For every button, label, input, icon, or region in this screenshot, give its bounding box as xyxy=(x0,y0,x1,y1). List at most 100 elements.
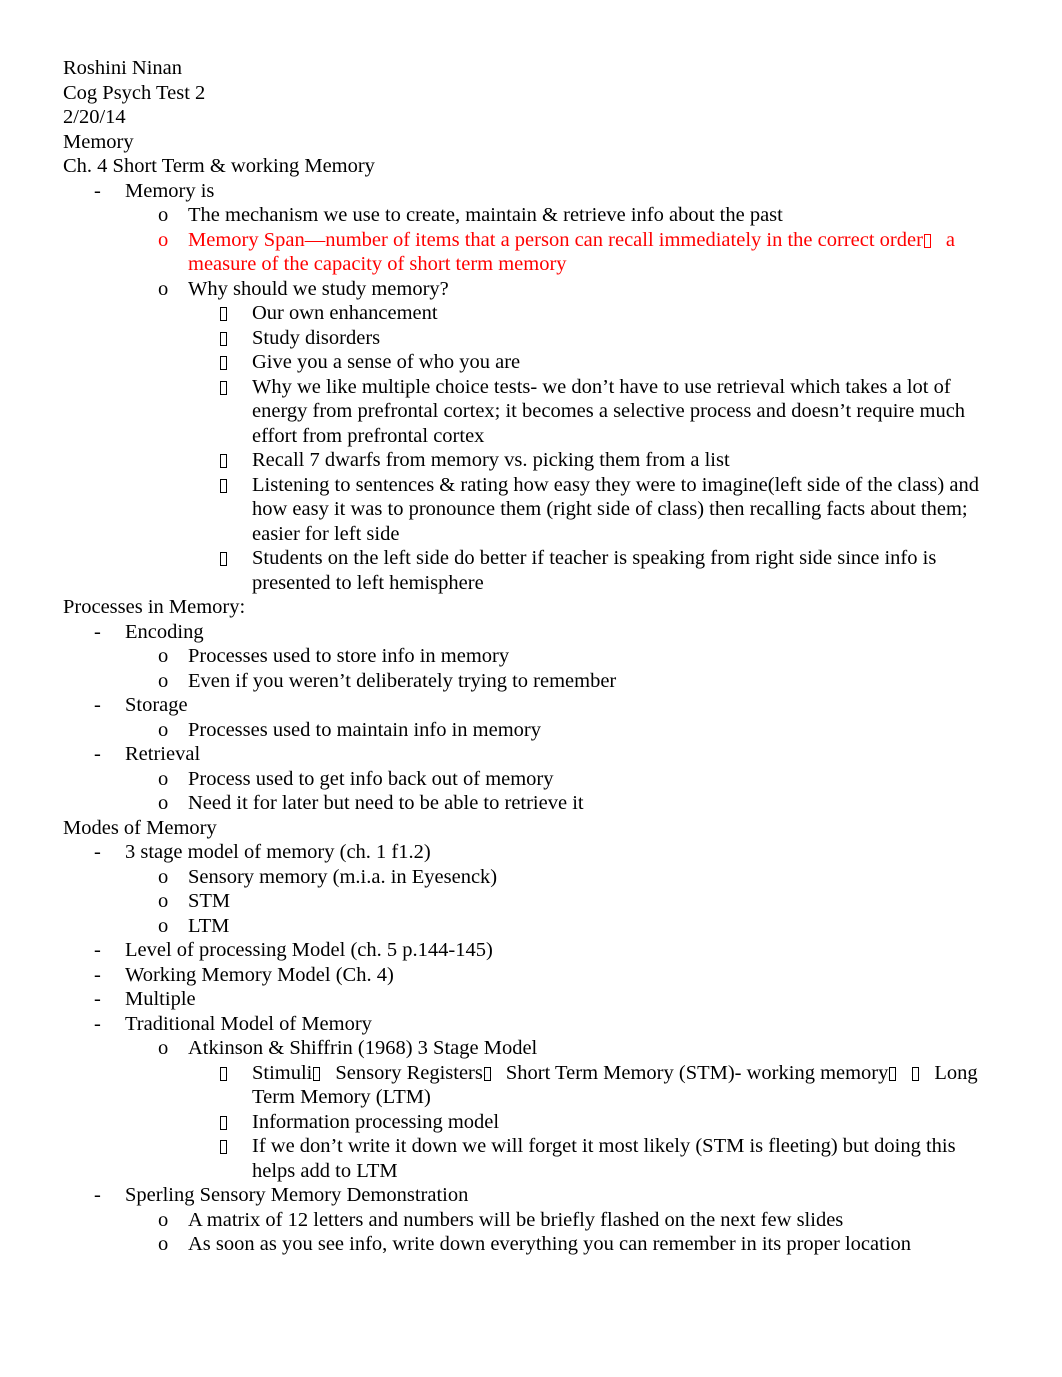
stimuli-chain-part1: Stimuli xyxy=(252,1061,313,1084)
list-item-label: Level of processing Model (ch. 5 p.144-1… xyxy=(125,939,493,961)
square-bullet-icon xyxy=(220,301,252,326)
square-bullet-icon xyxy=(220,1134,252,1159)
dash-bullet-icon: - xyxy=(94,1012,101,1035)
dash-bullet-icon: - xyxy=(94,179,101,202)
list-item-left-side-students: Students on the left side do better if t… xyxy=(220,546,992,595)
circle-bullet-icon: o xyxy=(158,1208,169,1231)
square-bullet-icon xyxy=(220,326,252,351)
list-item-mechanism: o The mechanism we use to create, mainta… xyxy=(158,203,992,228)
document-page: Roshini Ninan Cog Psych Test 2 2/20/14 M… xyxy=(0,0,1062,1377)
missing-glyph-arrow-icon xyxy=(912,1066,920,1081)
list-item-label: Memory is xyxy=(125,179,215,202)
list-item-multiple-choice: Why we like multiple choice tests- we do… xyxy=(220,375,992,449)
missing-glyph-arrow-icon xyxy=(313,1066,321,1081)
list-item-multiple: - Multiple xyxy=(94,987,992,1012)
list-item-label: As soon as you see info, write down ever… xyxy=(188,1233,912,1255)
square-bullet-icon xyxy=(220,1061,252,1086)
list-item-encoding-point-1: o Processes used to store info in memory xyxy=(158,644,992,669)
memory-span-text-part1: Memory Span—number of items that a perso… xyxy=(188,228,923,251)
missing-glyph-arrow-icon xyxy=(483,1066,491,1081)
list-item-label: Why we like multiple choice tests- we do… xyxy=(252,375,971,447)
dash-bullet-icon: - xyxy=(94,939,101,961)
circle-bullet-icon: o xyxy=(158,204,169,226)
list-item-label: Why should we study memory? xyxy=(188,277,449,300)
list-item-label: STM xyxy=(188,890,231,912)
list-item-working-memory-model: - Working Memory Model (Ch. 4) xyxy=(94,963,992,988)
list-item-label: Processes used to maintain info in memor… xyxy=(188,718,541,741)
circle-bullet-icon: o xyxy=(158,914,169,937)
list-item-encoding: - Encoding xyxy=(94,620,992,645)
list-item-label: Encoding xyxy=(125,620,204,643)
list-item-ltm: o LTM xyxy=(158,914,992,939)
list-item-label: Processes used to store info in memory xyxy=(188,645,510,667)
list-item-label: Atkinson & Shiffrin (1968) 3 Stage Model xyxy=(188,1037,538,1059)
author-name: Roshini Ninan xyxy=(63,57,183,79)
stimuli-chain-part2: Sensory Registers xyxy=(335,1061,483,1084)
list-item-label: Stimuli Sensory Registers Short Term Memor… xyxy=(252,1061,992,1110)
circle-bullet-icon: o xyxy=(158,645,169,667)
circle-bullet-icon: o xyxy=(158,1233,169,1255)
section-heading-processes: Processes in Memory: xyxy=(63,596,246,618)
missing-glyph-arrow-icon xyxy=(923,233,931,248)
dash-bullet-icon: - xyxy=(94,743,101,765)
list-item-encoding-point-2: o Even if you weren’t deliberately tryin… xyxy=(158,669,992,694)
list-item-label: Storage xyxy=(125,694,188,716)
list-item-label: If we don’t write it down we will forget… xyxy=(252,1135,961,1182)
list-item-stimuli-chain: Stimuli Sensory Registers Short Term Memor… xyxy=(220,1061,992,1110)
list-item-label: Study disorders xyxy=(252,326,381,349)
list-item-listening-sentences: Listening to sentences & rating how easy… xyxy=(220,473,992,547)
list-item-storage-point-1: o Processes used to maintain info in mem… xyxy=(158,718,992,743)
circle-bullet-icon: o xyxy=(158,228,169,251)
list-item-sense-of-self: Give you a sense of who you are xyxy=(220,350,992,375)
list-item-label: LTM xyxy=(188,914,230,937)
list-item-sperling-point-2: o As soon as you see info, write down ev… xyxy=(158,1232,992,1257)
circle-bullet-icon: o xyxy=(158,865,169,888)
list-item-label: A matrix of 12 letters and numbers will … xyxy=(188,1208,844,1231)
list-item-label: Information processing model xyxy=(252,1110,500,1133)
list-item-storage: - Storage xyxy=(94,693,992,718)
circle-bullet-icon: o xyxy=(158,792,169,814)
list-item-label: 3 stage model of memory (ch. 1 f1.2) xyxy=(125,841,431,863)
list-item-enhancement: Our own enhancement xyxy=(220,301,992,326)
list-item-label: Multiple xyxy=(125,988,196,1010)
document-date: 2/20/14 xyxy=(63,106,126,128)
list-item-sperling-demo: - Sperling Sensory Memory Demonstration xyxy=(94,1183,992,1208)
topic-title: Memory xyxy=(63,130,134,153)
list-item-memory-span: o Memory Span—number of items that a per… xyxy=(158,228,992,277)
circle-bullet-icon: o xyxy=(158,767,169,790)
list-item-label: Memory Span—number of items that a perso… xyxy=(188,228,992,277)
list-item-label: Sensory memory (m.i.a. in Eyesenck) xyxy=(188,865,498,888)
list-item-label: The mechanism we use to create, maintain… xyxy=(188,204,783,226)
list-item-disorders: Study disorders xyxy=(220,326,992,351)
list-item-write-it-down: If we don’t write it down we will forget… xyxy=(220,1134,992,1183)
section-heading-modes: Modes of Memory xyxy=(63,816,217,839)
list-item-label: Give you a sense of who you are xyxy=(252,351,521,373)
course-title: Cog Psych Test 2 xyxy=(63,81,206,104)
list-item-label: Process used to get info back out of mem… xyxy=(188,767,554,790)
list-item-seven-dwarfs: Recall 7 dwarfs from memory vs. picking … xyxy=(220,448,992,473)
list-item-retrieval: - Retrieval xyxy=(94,742,992,767)
square-bullet-icon xyxy=(220,448,252,473)
dash-bullet-icon: - xyxy=(94,620,101,643)
missing-glyph-arrow-icon xyxy=(889,1066,897,1081)
list-item-why-study: o Why should we study memory? xyxy=(158,277,992,302)
list-item-retrieval-point-2: o Need it for later but need to be able … xyxy=(158,791,992,816)
list-item-label: Even if you weren’t deliberately trying … xyxy=(188,669,617,692)
list-item-label: Listening to sentences & rating how easy… xyxy=(252,473,985,545)
square-bullet-icon xyxy=(220,350,252,375)
circle-bullet-icon: o xyxy=(158,669,169,692)
document-body: Roshini Ninan Cog Psych Test 2 2/20/14 M… xyxy=(63,56,992,1257)
stimuli-chain-part3: Short Term Memory (STM)- working memory xyxy=(505,1061,889,1084)
list-item-label: Recall 7 dwarfs from memory vs. picking … xyxy=(252,449,730,471)
list-item-label: Retrieval xyxy=(125,743,201,765)
list-item-label: Need it for later but need to be able to… xyxy=(188,792,584,814)
circle-bullet-icon: o xyxy=(158,277,169,300)
square-bullet-icon xyxy=(220,1110,252,1135)
list-item-atkinson-shiffrin: o Atkinson & Shiffrin (1968) 3 Stage Mod… xyxy=(158,1036,992,1061)
square-bullet-icon xyxy=(220,375,252,400)
square-bullet-icon xyxy=(220,473,252,498)
circle-bullet-icon: o xyxy=(158,890,169,912)
list-item-memory-is: - Memory is xyxy=(94,179,992,204)
circle-bullet-icon: o xyxy=(158,1037,169,1059)
circle-bullet-icon: o xyxy=(158,718,169,741)
